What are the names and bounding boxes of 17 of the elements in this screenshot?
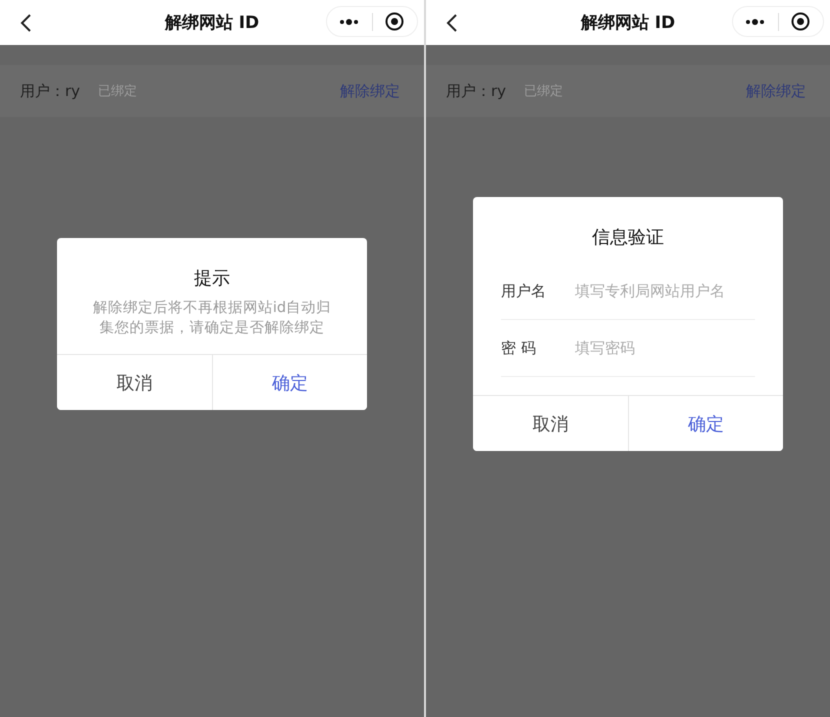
dialog-message: 解除绑定后将不再根据网站id自动归集您的票据，请确定是否解除绑定: [92, 298, 332, 338]
input-field[interactable]: 填写密码: [575, 339, 755, 357]
back-icon[interactable]: [446, 13, 458, 33]
confirm-button[interactable]: 确定: [212, 355, 367, 410]
user-label: 用户：ry: [20, 82, 80, 100]
dialog-title: 提示: [193, 267, 231, 290]
field-label: 密 码: [501, 338, 537, 358]
back-icon[interactable]: [20, 13, 32, 33]
input-field[interactable]: 填写专利局网站用户名: [575, 282, 755, 300]
more-icon[interactable]: [339, 18, 360, 24]
confirm-button[interactable]: 确定: [628, 396, 783, 451]
dialog-title: 信息验证: [591, 226, 665, 249]
page-title: 解绑网站 ID: [580, 12, 676, 34]
page-title: 解绑网站 ID: [164, 12, 260, 34]
more-icon[interactable]: [745, 18, 766, 24]
user-label: 用户：ry: [446, 82, 506, 100]
field-label: 用户名: [501, 282, 547, 300]
